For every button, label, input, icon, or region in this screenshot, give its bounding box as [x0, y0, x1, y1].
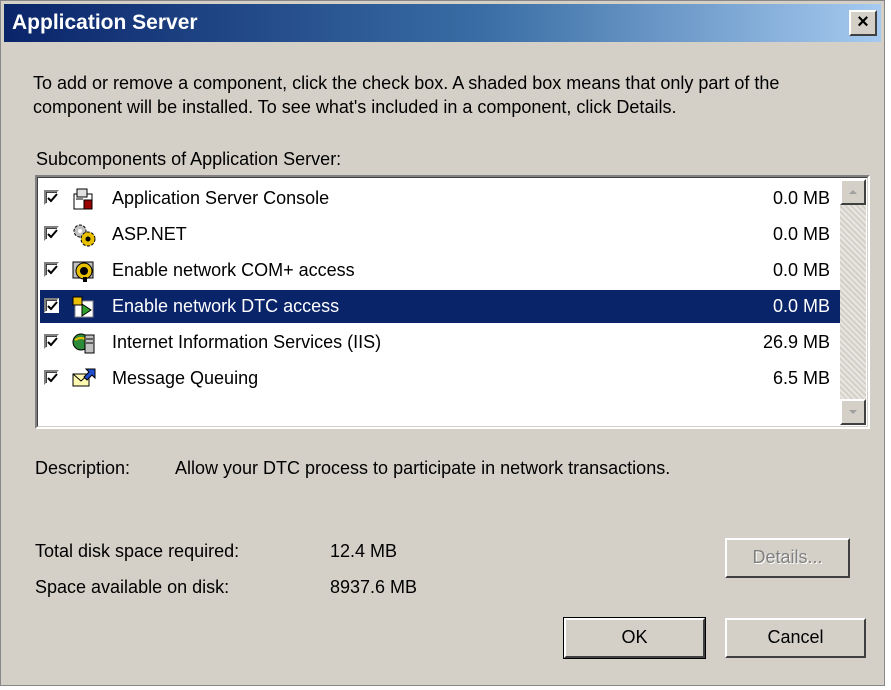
- component-size: 6.5 MB: [772, 368, 830, 388]
- disk-required: Total disk space required: 12.4 MB: [35, 541, 397, 562]
- title-bar[interactable]: Application Server ×: [4, 4, 881, 42]
- component-checkbox[interactable]: [44, 226, 59, 241]
- description: Description: Allow your DTC process to pa…: [35, 458, 670, 479]
- component-row[interactable]: Enable network COM+ access 0.0 MB: [40, 254, 842, 287]
- component-checkbox[interactable]: [44, 370, 59, 385]
- component-size: 26.9 MB: [762, 332, 830, 352]
- ok-button[interactable]: OK: [563, 617, 706, 659]
- scroll-down-button[interactable]: [840, 399, 866, 425]
- gears-icon: [71, 222, 97, 248]
- console-icon: [71, 186, 97, 212]
- checkmark-icon: [47, 193, 58, 203]
- application-server-dialog: Application Server × To add or remove a …: [0, 0, 885, 686]
- component-name: Internet Information Services (IIS): [112, 332, 382, 352]
- disk-required-label: Total disk space required:: [35, 541, 240, 561]
- component-name: Application Server Console: [112, 188, 330, 208]
- arrow-up-icon: [849, 190, 857, 194]
- cancel-button[interactable]: Cancel: [725, 618, 866, 658]
- close-button[interactable]: ×: [849, 10, 877, 36]
- component-row[interactable]: Application Server Console 0.0 MB: [40, 182, 842, 215]
- component-row[interactable]: Internet Information Services (IIS) 26.9 …: [40, 326, 842, 359]
- com-plus-icon: [71, 258, 97, 284]
- component-name: Enable network DTC access: [112, 296, 340, 316]
- arrow-down-icon: [849, 410, 857, 414]
- disk-required-value: 12.4 MB: [330, 541, 398, 561]
- component-size: 0.0 MB: [772, 260, 830, 280]
- subcomponents-list[interactable]: Application Server Console 0.0 MB ASP.NET 0…: [35, 175, 870, 429]
- disk-available-label: Space available on disk:: [35, 577, 230, 597]
- component-row[interactable]: Message Queuing 6.5 MB: [40, 362, 842, 395]
- details-button[interactable]: Details...: [725, 538, 850, 578]
- checkmark-icon: [47, 373, 58, 383]
- dtc-icon: [71, 294, 97, 320]
- component-row[interactable]: Enable network DTC access 0.0 MB: [40, 290, 842, 323]
- message-queue-icon: [71, 366, 97, 392]
- vertical-scrollbar[interactable]: [840, 179, 866, 425]
- component-name: ASP.NET: [112, 224, 187, 244]
- component-size: 0.0 MB: [772, 188, 830, 208]
- checkmark-icon: [47, 229, 58, 239]
- window-title: Application Server: [12, 11, 198, 34]
- component-size: 0.0 MB: [772, 296, 830, 316]
- component-checkbox[interactable]: [44, 334, 59, 349]
- iis-icon: [71, 330, 97, 356]
- disk-available: Space available on disk: 8937.6 MB: [35, 577, 417, 598]
- component-checkbox[interactable]: [44, 298, 59, 313]
- disk-available-value: 8937.6 MB: [330, 577, 418, 597]
- subcomponents-label: Subcomponents of Application Server:: [36, 149, 342, 169]
- checkmark-icon: [47, 301, 58, 311]
- description-text: Allow your DTC process to participate in…: [175, 458, 671, 478]
- component-name: Message Queuing: [112, 368, 259, 388]
- scroll-up-button[interactable]: [840, 179, 866, 205]
- instructions-text: To add or remove a component, click the …: [33, 73, 780, 117]
- component-row[interactable]: ASP.NET 0.0 MB: [40, 218, 842, 251]
- component-size: 0.0 MB: [772, 224, 830, 244]
- component-checkbox[interactable]: [44, 190, 59, 205]
- description-label: Description:: [35, 458, 131, 478]
- component-checkbox[interactable]: [44, 262, 59, 277]
- component-name: Enable network COM+ access: [112, 260, 355, 280]
- checkmark-icon: [47, 337, 58, 347]
- checkmark-icon: [47, 265, 58, 275]
